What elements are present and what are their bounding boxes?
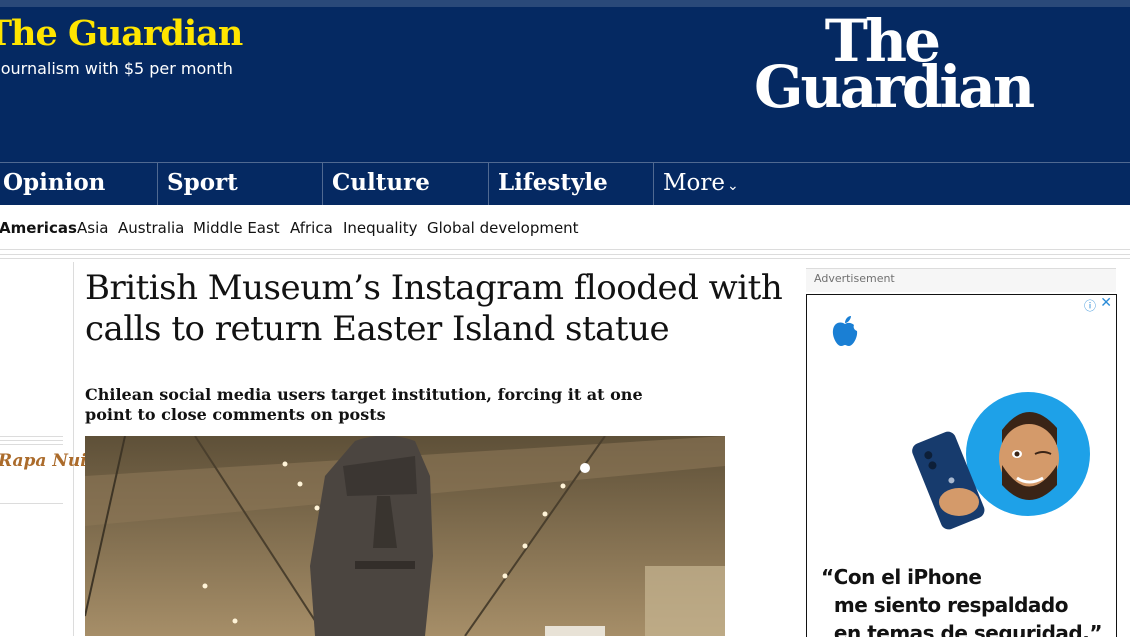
article-standfirst: Chilean social media users target instit… [85, 385, 643, 424]
series-label[interactable]: Rapa Nui [0, 451, 87, 471]
subnav-middle-east[interactable]: Middle East [193, 219, 280, 237]
nav-more-label: More [663, 170, 726, 196]
support-title[interactable]: The Guardian [0, 13, 243, 54]
ad-label: Advertisement [814, 272, 895, 285]
guardian-logo[interactable]: The Guardian [754, 12, 1064, 124]
advertisement[interactable]: ⓘ ✕ “Con el iPhone me siento respaldado … [806, 294, 1117, 637]
apple-logo-icon [832, 316, 858, 346]
subnav-australia[interactable]: Australia [118, 219, 184, 237]
sub-nav: Americas Asia Australia Middle East Afri… [0, 205, 1130, 250]
divider [0, 254, 1130, 255]
series-rule [0, 444, 63, 445]
nav-opinion[interactable]: Opinion [0, 163, 105, 206]
nav-more[interactable]: More ⌄ [653, 163, 739, 206]
ad-quote: “Con el iPhone me siento respaldado en t… [821, 565, 1102, 637]
subnav-global-development[interactable]: Global development [427, 219, 579, 237]
logo-line-2: Guardian [754, 53, 1035, 121]
chevron-down-icon: ⌄ [727, 178, 739, 194]
series-rule [0, 436, 63, 437]
top-strip [0, 0, 1130, 7]
column-divider [73, 262, 74, 636]
series-rule [0, 440, 63, 441]
close-icon[interactable]: ✕ [1100, 295, 1112, 311]
ad-info-icon[interactable]: ⓘ [1084, 297, 1096, 314]
divider [0, 258, 1130, 259]
subnav-inequality[interactable]: Inequality [343, 219, 417, 237]
article-hero-image[interactable] [85, 436, 725, 636]
memoji-phone-illustration [912, 392, 1090, 530]
ad-label-bar: Advertisement [806, 268, 1116, 292]
subnav-asia[interactable]: Asia [77, 219, 108, 237]
masthead: The Guardian Journalism with $5 per mont… [0, 7, 1130, 162]
article-headline: British Museum’s Instagram flooded with … [85, 268, 783, 349]
support-subtitle[interactable]: Journalism with $5 per month [0, 59, 233, 78]
nav-sport[interactable]: Sport [157, 163, 238, 206]
main-nav: Opinion Sport Culture Lifestyle More ⌄ [0, 162, 1130, 206]
nav-culture[interactable]: Culture [322, 163, 430, 206]
moai-statue-image [85, 436, 725, 636]
support-title-text: The Guardian [0, 13, 243, 54]
subnav-americas[interactable]: Americas [0, 219, 77, 237]
series-rule [0, 503, 63, 504]
subnav-africa[interactable]: Africa [290, 219, 333, 237]
nav-lifestyle[interactable]: Lifestyle [488, 163, 608, 206]
